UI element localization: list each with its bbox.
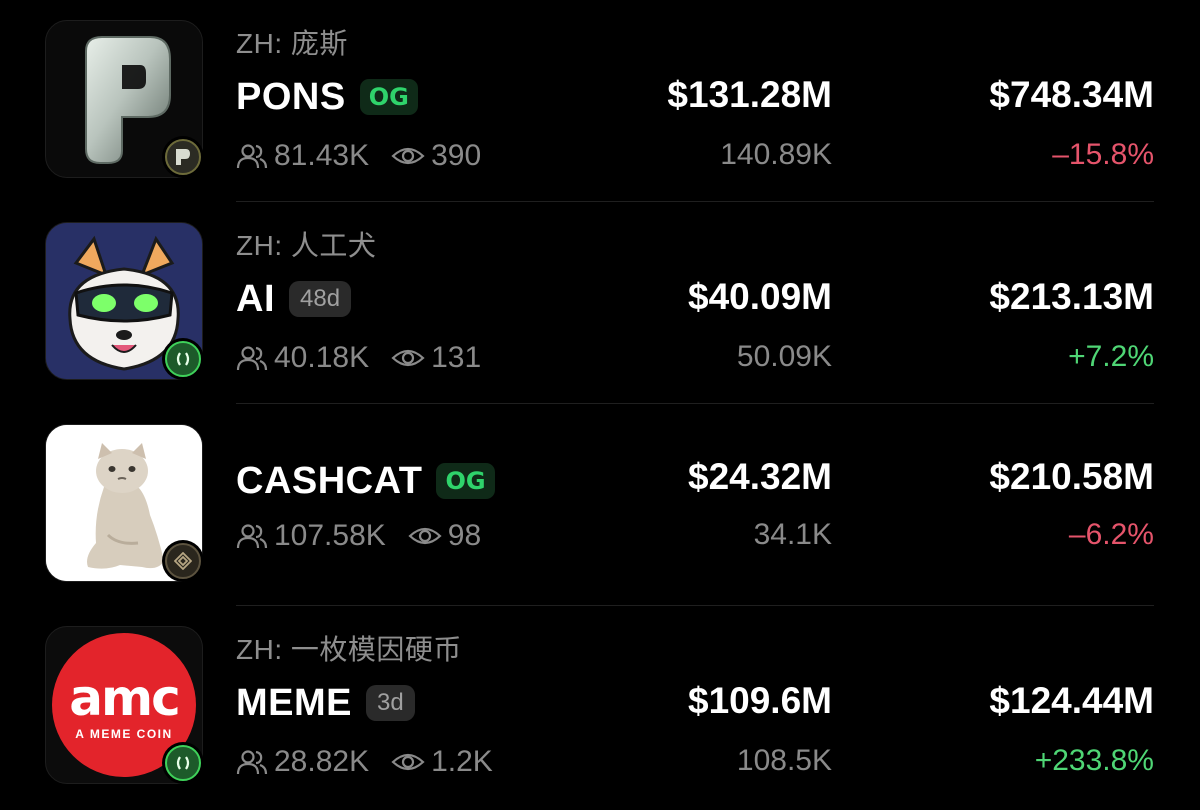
- token-zh-label: ZH: 庞斯: [236, 28, 348, 59]
- token-row-meme[interactable]: amc A MEME COIN ZH: 一枚模因硬币 MEME 3d 28.82…: [0, 606, 1200, 808]
- eye-icon: [391, 753, 425, 771]
- holders-icon: [236, 346, 268, 371]
- holders-count: 107.58K: [274, 519, 386, 552]
- holders-icon: [236, 750, 268, 775]
- token-list: ZH: 庞斯 PONS OG 81.43K 390 $131.28M 140.8…: [0, 0, 1200, 810]
- token-change: +233.8%: [1034, 744, 1154, 777]
- token-market-cap: $210.58M: [989, 456, 1154, 497]
- token-price: $109.6M: [688, 680, 832, 721]
- token-row-ai[interactable]: ZH: 人工犬 AI 48d 40.18K 131 $40.09M 50.09K…: [0, 202, 1200, 404]
- token-ticker: AI: [236, 277, 275, 320]
- token-price: $40.09M: [688, 276, 832, 317]
- token-stats: 107.58K 98: [236, 516, 481, 556]
- token-market-cap: $748.34M: [989, 74, 1154, 115]
- og-badge: OG: [359, 79, 418, 115]
- token-change: –15.8%: [1052, 138, 1154, 171]
- token-row-cashcat[interactable]: CASHCAT OG 107.58K 98 $24.32M 34.1K $210…: [0, 404, 1200, 606]
- eye-icon: [408, 527, 442, 545]
- amc-logo-text: amc: [69, 669, 180, 727]
- green-chain-icon: [162, 338, 204, 380]
- views-count: 131: [431, 341, 482, 374]
- token-name-line: AI 48d: [236, 274, 352, 324]
- og-badge: OG: [436, 463, 495, 499]
- p-chain-icon: [162, 136, 204, 178]
- holders-count: 81.43K: [274, 139, 370, 172]
- token-ticker: PONS: [236, 75, 346, 118]
- token-market-cap: $213.13M: [989, 276, 1154, 317]
- token-name-line: MEME 3d: [236, 678, 415, 728]
- token-volume: 108.5K: [736, 744, 832, 777]
- amc-logo-subtext: A MEME COIN: [75, 727, 173, 741]
- views-count: 390: [431, 139, 482, 172]
- eye-icon: [391, 349, 425, 367]
- token-stats: 40.18K 131: [236, 338, 481, 378]
- token-zh-label: ZH: 一枚模因硬币: [236, 634, 462, 665]
- token-stats: 28.82K 1.2K: [236, 742, 493, 782]
- token-price: $24.32M: [688, 456, 832, 497]
- token-change: +7.2%: [1068, 340, 1154, 373]
- views-count: 98: [447, 519, 482, 552]
- token-zh-label: ZH: 人工犬: [236, 230, 377, 261]
- token-row-pons[interactable]: ZH: 庞斯 PONS OG 81.43K 390 $131.28M 140.8…: [0, 0, 1200, 202]
- token-name-line: PONS OG: [236, 72, 418, 122]
- token-market-cap: $124.44M: [989, 680, 1154, 721]
- holders-count: 40.18K: [274, 341, 370, 374]
- holders-count: 28.82K: [274, 745, 370, 778]
- token-volume: 140.89K: [720, 138, 832, 171]
- token-volume: 50.09K: [736, 340, 832, 373]
- token-change: –6.2%: [1068, 518, 1154, 551]
- diamond-chain-icon: [162, 540, 204, 582]
- token-ticker: MEME: [236, 681, 352, 724]
- token-volume: 34.1K: [753, 518, 832, 551]
- token-stats: 81.43K 390: [236, 136, 481, 176]
- age-badge: 48d: [289, 281, 352, 317]
- token-ticker: CASHCAT: [236, 459, 423, 502]
- holders-icon: [236, 144, 268, 169]
- holders-icon: [236, 524, 268, 549]
- views-count: 1.2K: [431, 745, 493, 778]
- token-price: $131.28M: [667, 74, 832, 115]
- age-badge: 3d: [366, 685, 415, 721]
- token-name-line: CASHCAT OG: [236, 456, 495, 506]
- green-chain-icon: [162, 742, 204, 784]
- eye-icon: [391, 147, 425, 165]
